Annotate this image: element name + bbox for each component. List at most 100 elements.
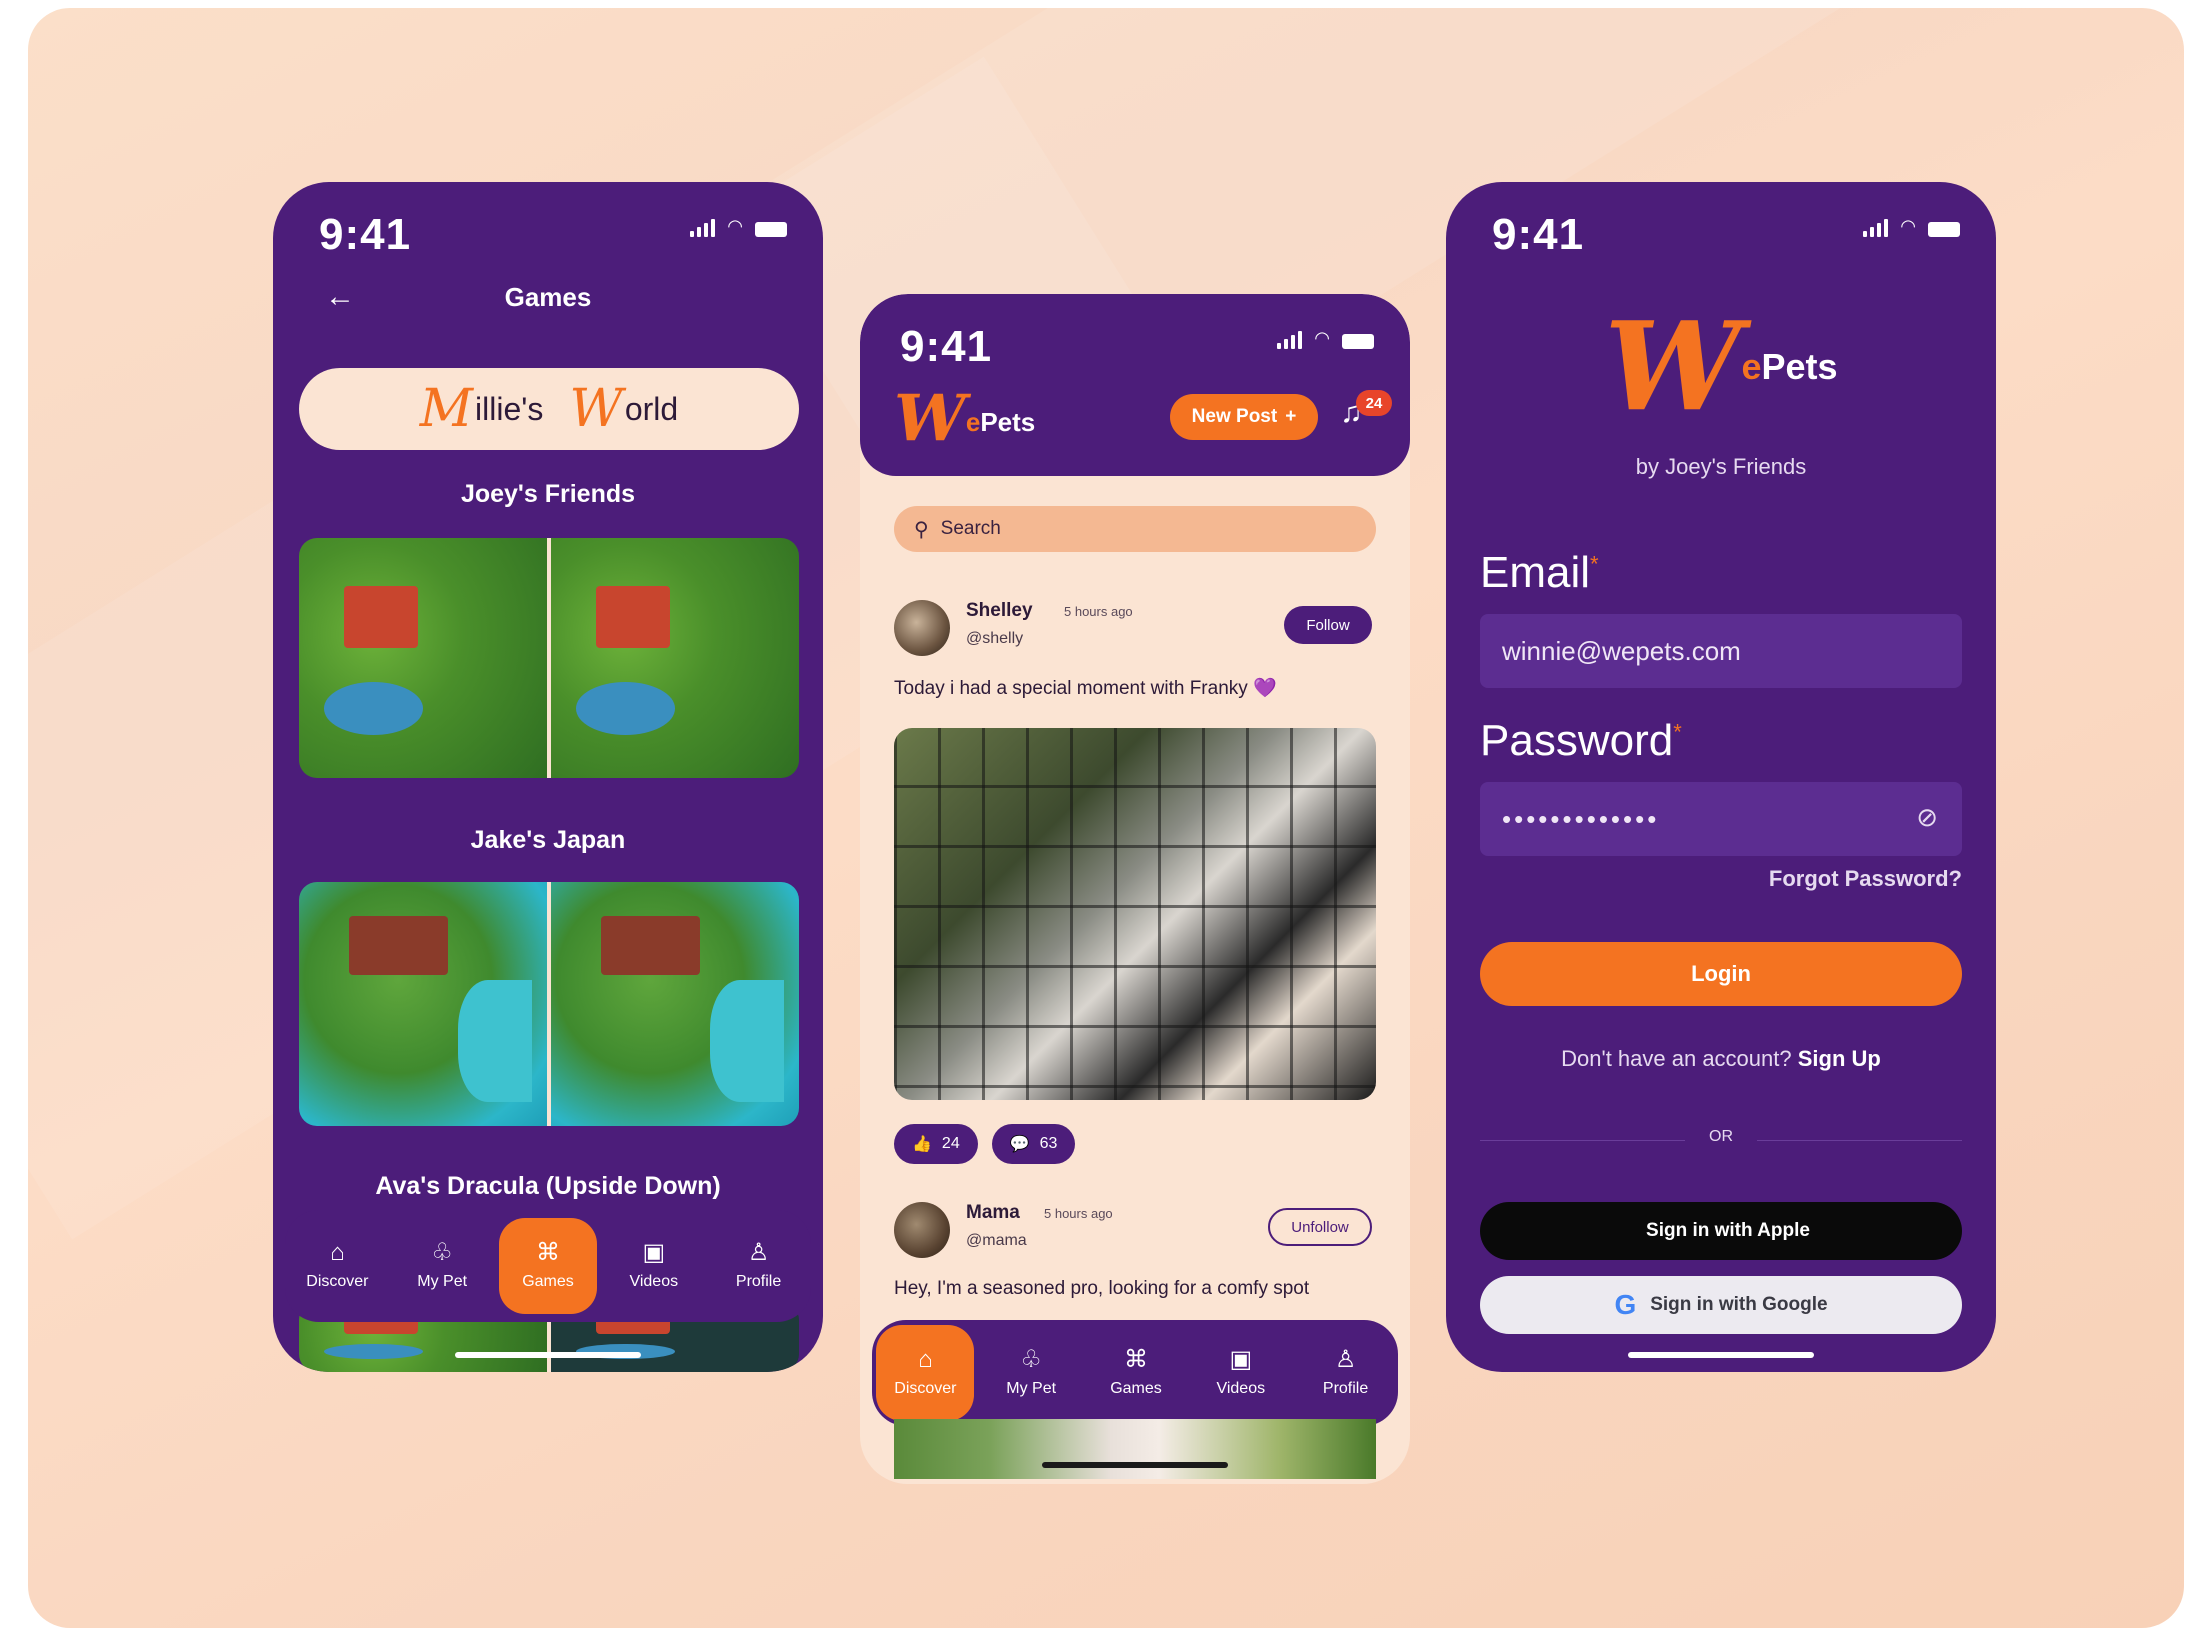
wifi-icon: ◠ bbox=[1900, 216, 1916, 236]
feed-post: Shelley 5 hours ago @shelly Follow Today… bbox=[894, 600, 1376, 1200]
wifi-icon: ◠ bbox=[1314, 328, 1330, 348]
nav-discover[interactable]: ⌂ Discover bbox=[876, 1325, 975, 1421]
notification-badge: 24 bbox=[1356, 390, 1392, 416]
avatar[interactable] bbox=[894, 600, 950, 656]
nav-my-pet[interactable]: ♧ My Pet bbox=[983, 1320, 1079, 1426]
status-time: 9:41 bbox=[319, 210, 412, 259]
post-author[interactable]: Mama bbox=[966, 1202, 1020, 1224]
login-button[interactable]: Login bbox=[1480, 942, 1962, 1006]
nav-label: Videos bbox=[1216, 1380, 1266, 1397]
battery-icon bbox=[755, 222, 787, 237]
new-post-button[interactable]: New Post + bbox=[1170, 394, 1318, 440]
login-screen: 9:41 ◠ We Pets by Joey's Friends Email* w… bbox=[1446, 182, 1996, 1372]
status-icons: ◠ bbox=[1277, 328, 1374, 349]
feed-header: 9:41 ◠ We Pets New Post + ♫ 24 bbox=[860, 294, 1410, 476]
game-thumbnail bbox=[551, 538, 799, 778]
post-handle: @mama bbox=[966, 1232, 1027, 1249]
nav-label: Discover bbox=[894, 1380, 957, 1397]
post-text: Hey, I'm a seasoned pro, looking for a c… bbox=[894, 1278, 1310, 1299]
wifi-icon: ◠ bbox=[727, 216, 743, 236]
nav-label: Games bbox=[1110, 1380, 1162, 1397]
pet-icon: ♧ bbox=[431, 1239, 453, 1266]
nav-games[interactable]: ⌘ Games bbox=[498, 1218, 597, 1314]
thumbs-up-icon: 👍 bbox=[912, 1136, 932, 1153]
nav-profile[interactable]: ♙ Profile bbox=[711, 1210, 807, 1322]
post-time: 5 hours ago bbox=[1064, 604, 1133, 619]
email-field[interactable]: winnie@wepets.com bbox=[1480, 614, 1962, 688]
logo-mark: W bbox=[1604, 294, 1742, 438]
password-field[interactable]: ••••••••••••• ⊘ bbox=[1480, 782, 1962, 856]
sign-up-link[interactable]: Sign Up bbox=[1798, 1046, 1881, 1071]
status-icons: ◠ bbox=[1863, 216, 1960, 237]
required-mark: * bbox=[1590, 551, 1599, 577]
logo-text: Pets bbox=[1761, 345, 1838, 387]
section-title: Jake's Japan bbox=[470, 826, 626, 854]
banner-initial: M bbox=[419, 379, 474, 439]
search-icon: ⚲ bbox=[914, 518, 929, 541]
post-reactions: 👍 24 💬 63 bbox=[894, 1124, 1076, 1164]
password-label-text: Password bbox=[1480, 716, 1674, 765]
profile-icon: ♙ bbox=[747, 1239, 770, 1266]
nav-games[interactable]: ⌘ Games bbox=[1088, 1320, 1184, 1426]
nav-videos[interactable]: ▣ Videos bbox=[1193, 1320, 1289, 1426]
nav-label: My Pet bbox=[417, 1273, 468, 1290]
post-time: 5 hours ago bbox=[1044, 1206, 1113, 1221]
game-card-jakes-japan[interactable] bbox=[299, 882, 799, 1126]
game-thumbnail bbox=[299, 882, 547, 1126]
new-post-label: New Post bbox=[1191, 406, 1278, 427]
millies-world-banner[interactable]: M illie's W orld bbox=[299, 368, 799, 450]
unfollow-button[interactable]: Unfollow bbox=[1268, 1208, 1372, 1246]
post-text: Today i had a special moment with Franky… bbox=[894, 678, 1277, 699]
follow-button[interactable]: Follow bbox=[1284, 606, 1372, 644]
game-card-joeys-friends[interactable] bbox=[299, 538, 799, 778]
home-indicator bbox=[1628, 1352, 1814, 1358]
sign-in-google-button[interactable]: G Sign in with Google bbox=[1480, 1276, 1962, 1334]
home-icon: ⌂ bbox=[918, 1346, 933, 1373]
game-thumbnail bbox=[551, 882, 799, 1126]
pet-icon: ♧ bbox=[1020, 1346, 1042, 1373]
email-label-text: Email bbox=[1480, 548, 1591, 597]
sign-in-apple-button[interactable]: Sign in with Apple bbox=[1480, 1202, 1962, 1260]
post-photo[interactable] bbox=[894, 728, 1376, 1100]
nav-label: Profile bbox=[735, 1273, 782, 1290]
nav-label: Games bbox=[522, 1273, 574, 1290]
or-divider: OR bbox=[1446, 1128, 1996, 1146]
nav-discover[interactable]: ⌂ Discover bbox=[289, 1210, 385, 1322]
status-bar: 9:41 ◠ bbox=[860, 294, 1410, 384]
feed-screen: 9:41 ◠ We Pets New Post + ♫ 24 ⚲ Search Sh… bbox=[860, 294, 1410, 1484]
games-screen: 9:41 ◠ ← Games M illie's W orld Joey's F… bbox=[273, 182, 823, 1372]
presentation-background: 9:41 ◠ ← Games M illie's W orld Joey's F… bbox=[28, 8, 2184, 1628]
post-handle: @shelly bbox=[966, 630, 1024, 647]
search-placeholder: Search bbox=[940, 518, 1001, 539]
status-icons: ◠ bbox=[690, 216, 787, 237]
battery-icon bbox=[1928, 222, 1960, 237]
logo-text: Pets bbox=[980, 406, 1036, 437]
search-input[interactable]: ⚲ Search bbox=[894, 506, 1376, 552]
comment-button[interactable]: 💬 63 bbox=[991, 1124, 1076, 1164]
video-icon: ▣ bbox=[642, 1239, 666, 1266]
avatar[interactable] bbox=[894, 1202, 950, 1258]
post-author[interactable]: Shelley bbox=[966, 600, 1033, 622]
eye-off-icon[interactable]: ⊘ bbox=[1916, 802, 1938, 833]
logo-text: e bbox=[1741, 345, 1762, 387]
nav-profile[interactable]: ♙ Profile bbox=[1298, 1320, 1394, 1426]
status-time: 9:41 bbox=[900, 322, 993, 371]
forgot-password-link[interactable]: Forgot Password? bbox=[1769, 866, 1962, 892]
wepets-logo: We Pets bbox=[1446, 294, 1996, 438]
home-icon: ⌂ bbox=[330, 1239, 345, 1266]
banner-word: orld bbox=[624, 390, 679, 427]
status-bar: 9:41 ◠ bbox=[1446, 182, 1996, 272]
nav-my-pet[interactable]: ♧ My Pet bbox=[394, 1210, 490, 1322]
like-button[interactable]: 👍 24 bbox=[894, 1124, 978, 1164]
nav-label: Profile bbox=[1322, 1380, 1369, 1397]
status-bar: 9:41 ◠ bbox=[273, 182, 823, 272]
password-value: ••••••••••••• bbox=[1502, 803, 1660, 834]
game-thumbnail bbox=[299, 538, 547, 778]
nav-label: Discover bbox=[306, 1273, 369, 1290]
nav-videos[interactable]: ▣ Videos bbox=[606, 1210, 702, 1322]
banner-initial: W bbox=[569, 379, 623, 439]
bottom-nav: ⌂ Discover ♧ My Pet ⌘ Games ▣ Videos ♙ Profil… bbox=[872, 1320, 1398, 1426]
signal-icon bbox=[690, 219, 716, 237]
page-title: Games bbox=[504, 282, 592, 312]
email-label: Email* bbox=[1480, 548, 1599, 598]
